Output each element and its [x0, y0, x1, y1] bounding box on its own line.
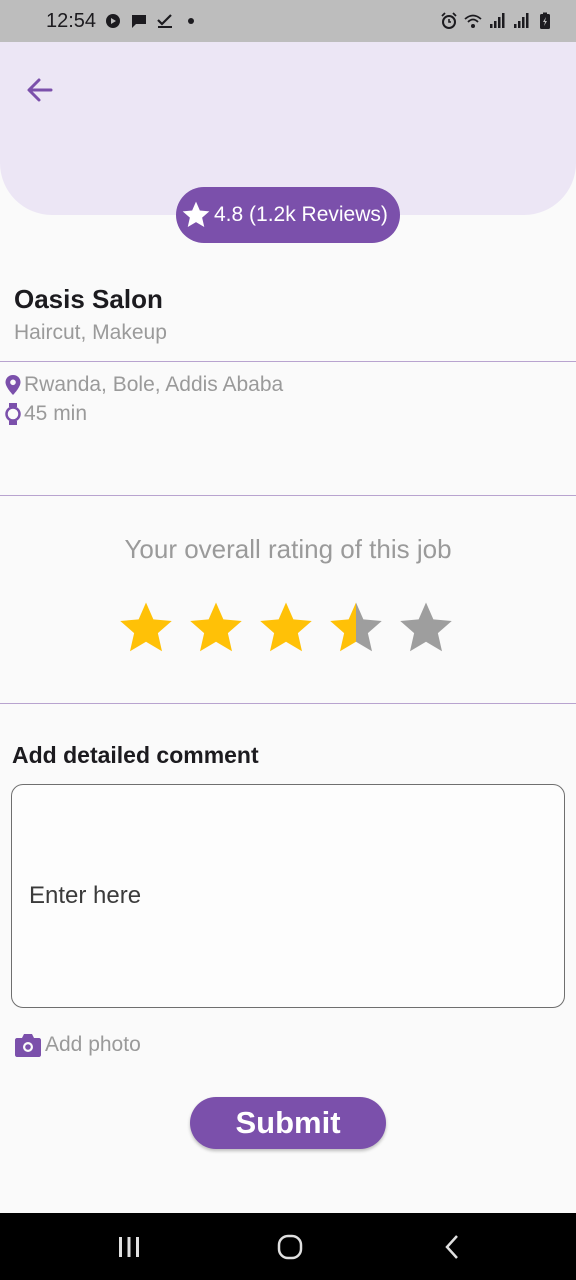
duration-text: 45 min	[24, 402, 88, 425]
alarm-icon	[441, 12, 457, 29]
dot-icon	[188, 18, 195, 24]
status-right-icons	[440, 12, 554, 30]
message-icon	[132, 15, 147, 28]
comment-input[interactable]: Enter here	[11, 784, 565, 1008]
shop-services: Haircut, Makeup	[14, 321, 167, 344]
signal-icon	[490, 13, 505, 28]
star-icon[interactable]	[326, 598, 386, 658]
home-icon	[277, 1234, 303, 1260]
comment-title: Add detailed comment	[12, 742, 259, 768]
add-photo-label: Add photo	[45, 1033, 141, 1056]
rating-badge: 4.8 (1.2k Reviews)	[176, 187, 400, 243]
star-rating[interactable]	[116, 598, 456, 658]
divider	[0, 495, 576, 496]
signal-icon	[514, 13, 529, 28]
star-icon[interactable]	[256, 598, 316, 658]
star-icon	[182, 201, 210, 227]
shop-name: Oasis Salon	[14, 284, 163, 314]
location-pin-icon	[5, 375, 21, 395]
back-button[interactable]	[20, 70, 60, 110]
wifi-icon	[464, 14, 482, 28]
add-photo-button[interactable]: Add photo	[14, 1032, 141, 1058]
location-text: Rwanda, Bole, Addis Ababa	[24, 373, 284, 396]
comment-placeholder: Enter here	[29, 882, 142, 909]
home-button[interactable]	[274, 1231, 306, 1263]
status-bar: 12:54	[0, 0, 576, 42]
watch-icon	[5, 403, 21, 425]
submit-button[interactable]: Submit	[190, 1097, 386, 1149]
divider	[0, 703, 576, 704]
divider	[0, 361, 576, 362]
duration-row: 45 min	[4, 402, 87, 426]
status-left-icons	[104, 12, 200, 30]
app-notification-icon	[106, 14, 121, 28]
rating-prompt: Your overall rating of this job	[124, 534, 452, 564]
location-row: Rwanda, Bole, Addis Ababa	[4, 373, 283, 397]
star-icon[interactable]	[186, 598, 246, 658]
star-icon[interactable]	[116, 598, 176, 658]
battery-charging-icon	[540, 12, 550, 29]
star-icon[interactable]	[396, 598, 456, 658]
rating-badge-text: 4.8 (1.2k Reviews)	[214, 203, 388, 226]
recent-apps-icon	[119, 1237, 139, 1257]
recent-apps-button[interactable]	[113, 1231, 145, 1263]
arrow-left-icon	[27, 78, 53, 102]
back-nav-button[interactable]	[436, 1231, 468, 1263]
system-nav-bar	[0, 1213, 576, 1280]
chevron-left-icon	[445, 1235, 458, 1259]
status-time: 12:54	[46, 9, 97, 32]
camera-icon	[15, 1034, 41, 1057]
check-icon	[157, 14, 173, 28]
